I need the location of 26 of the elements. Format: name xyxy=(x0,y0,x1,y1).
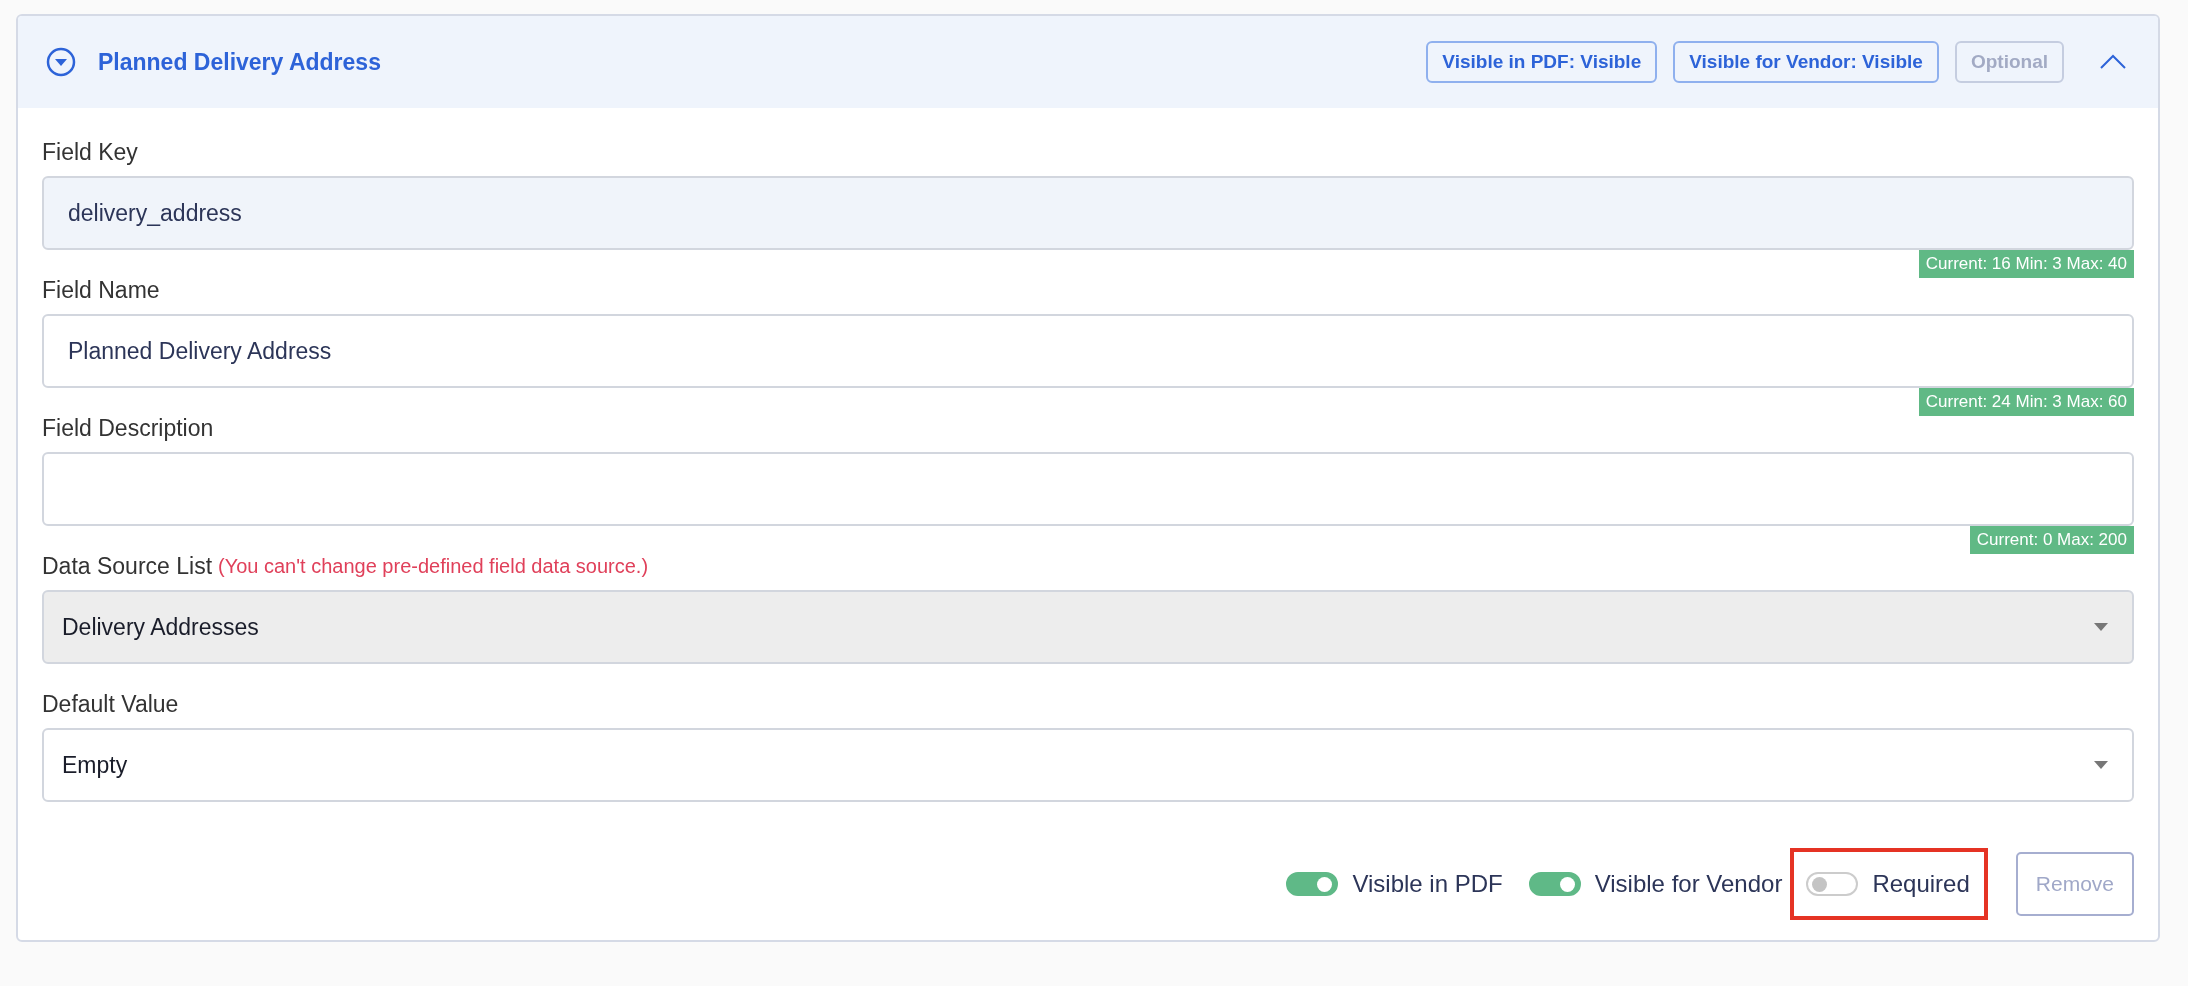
character-counter: Current: 24 Min: 3 Max: 60 xyxy=(1918,388,2134,416)
caret-icon xyxy=(2094,761,2108,769)
toggle-switch[interactable] xyxy=(1528,872,1581,896)
toggle-switch[interactable] xyxy=(1286,872,1339,896)
text-input-field[interactable] xyxy=(42,452,2134,526)
status-badge: Optional xyxy=(1954,41,2064,83)
character-counter: Current: 16 Min: 3 Max: 40 xyxy=(1918,250,2134,278)
text-input-field[interactable]: delivery_address xyxy=(42,176,2134,250)
field-label: Data Source List xyxy=(42,552,213,580)
field-label: Field Description xyxy=(42,414,214,442)
text-input-field[interactable]: Planned Delivery Address xyxy=(42,314,2134,388)
toggle-label: Visible in PDF xyxy=(1352,870,1503,898)
chevron-circle-icon[interactable] xyxy=(46,47,76,77)
field-label: Field Key xyxy=(42,138,138,166)
panel-title: Planned Delivery Address xyxy=(98,48,381,76)
toggle-label: Required xyxy=(1872,870,1970,898)
toggle-switch[interactable] xyxy=(1806,872,1859,896)
status-badge: Visible in PDF: Visible xyxy=(1426,41,1658,83)
warning-note: (You can't change pre-defined field data source.) xyxy=(218,554,649,578)
field-label: Default Value xyxy=(42,690,179,718)
toggle-label: Visible for Vendor xyxy=(1594,870,1783,898)
character-counter: Current: 0 Max: 200 xyxy=(1969,526,2134,554)
select-field[interactable]: Empty xyxy=(42,728,2134,802)
status-badge: Visible for Vendor: Visible xyxy=(1673,41,1939,83)
caret-icon xyxy=(2094,623,2108,631)
field-label: Field Name xyxy=(42,276,160,304)
